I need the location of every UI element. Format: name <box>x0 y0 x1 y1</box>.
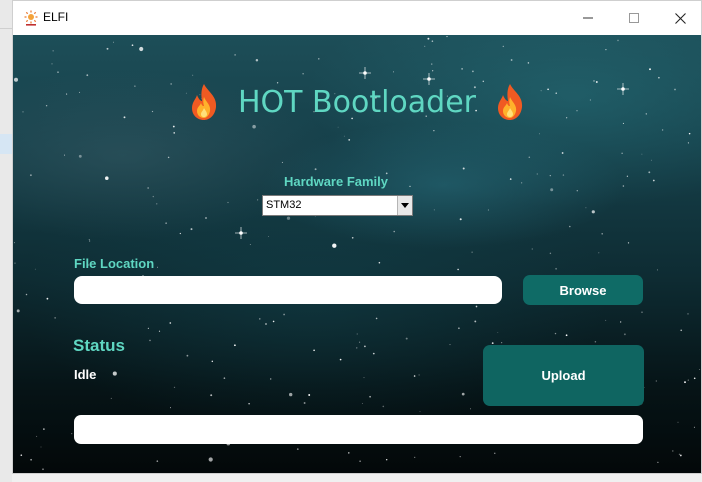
upload-button[interactable]: Upload <box>483 345 644 406</box>
status-value: Idle <box>74 367 97 382</box>
minimize-button[interactable] <box>565 1 611 35</box>
title-bar[interactable]: ELFI <box>13 1 701 35</box>
app-header: HOT Bootloader <box>13 83 701 125</box>
app-window: ELFI HOT Bootloader Hardware Family STM3… <box>12 0 702 474</box>
window-title: ELFI <box>43 10 69 24</box>
dropdown-arrow-icon[interactable] <box>397 196 412 215</box>
flame-icon <box>494 83 526 121</box>
file-location-label: File Location <box>74 256 155 271</box>
desktop-divider <box>0 28 12 29</box>
minimize-icon <box>583 13 593 23</box>
file-location-input[interactable] <box>74 276 502 304</box>
desktop-highlight <box>0 134 12 154</box>
desktop-background <box>0 0 12 482</box>
sun-icon <box>23 10 39 26</box>
browse-button[interactable]: Browse <box>523 275 643 305</box>
hardware-family-value: STM32 <box>266 199 302 211</box>
main-panel: HOT Bootloader Hardware Family STM32 Fil… <box>13 35 701 473</box>
hardware-family-label: Hardware Family <box>283 174 389 189</box>
status-label: Status <box>73 336 125 355</box>
flame-icon <box>188 83 220 121</box>
close-button[interactable] <box>657 1 701 35</box>
app-title: HOT Bootloader <box>238 84 476 120</box>
hardware-family-select[interactable]: STM32 <box>262 195 413 216</box>
maximize-button[interactable] <box>611 1 657 35</box>
close-icon <box>674 12 686 24</box>
upload-progress-bar <box>74 415 643 444</box>
maximize-icon <box>629 13 639 23</box>
